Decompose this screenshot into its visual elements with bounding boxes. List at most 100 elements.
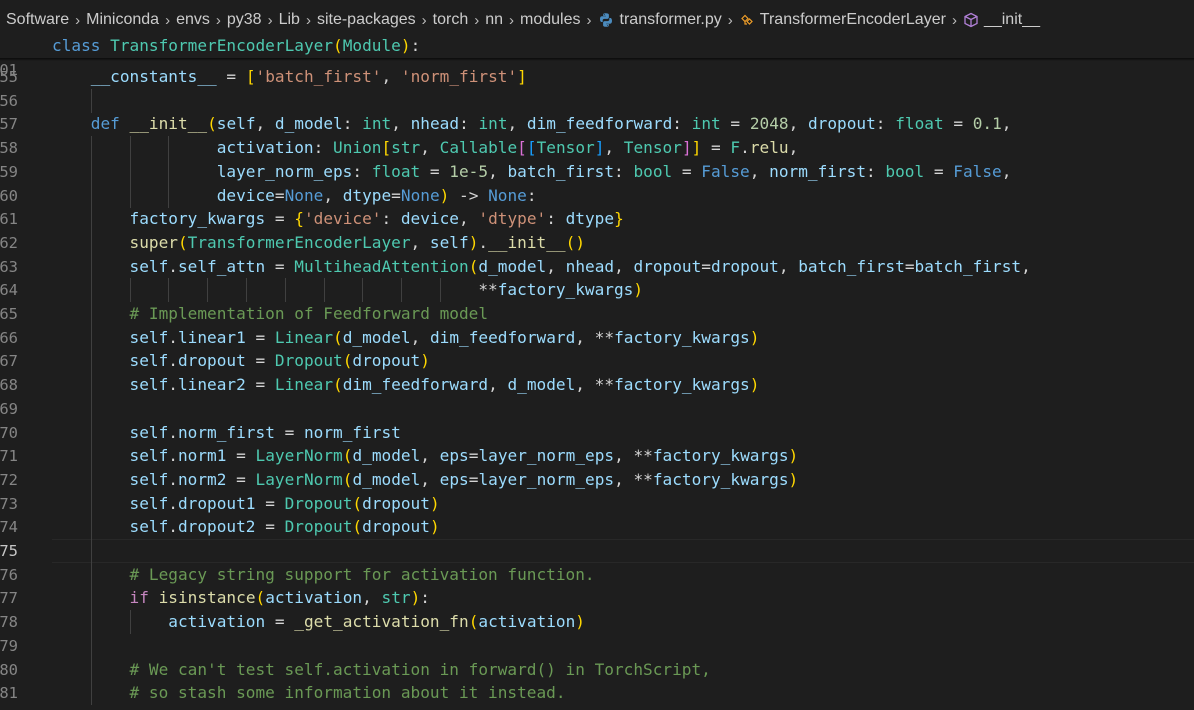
- class-symbol-icon: [739, 12, 755, 28]
- code-text: # Implementation of Feedforward model: [129, 304, 489, 323]
- chevron-right-icon: ›: [267, 11, 273, 29]
- code-line[interactable]: 63 self.self_attn = MultiheadAttention(d…: [0, 254, 1194, 279]
- code-line[interactable]: 69: [0, 396, 1194, 421]
- code-line[interactable]: 65 # Implementation of Feedforward model: [0, 302, 1194, 326]
- code-text: def __init__(self, d_model: int, nhead: …: [90, 114, 1012, 134]
- chevron-right-icon: ›: [474, 11, 480, 29]
- line-number: 74: [0, 518, 18, 537]
- breadcrumb-item-class[interactable]: TransformerEncoderLayer: [760, 11, 946, 29]
- chevron-right-icon: ›: [215, 11, 221, 29]
- code-editor[interactable]: › Software › Miniconda › envs › py38 › L…: [0, 0, 1194, 710]
- line-number: 76: [0, 565, 18, 584]
- code-line[interactable]: 76 # Legacy string support for activatio…: [0, 562, 1194, 587]
- code-line[interactable]: 81 # so stash some information about it …: [0, 681, 1194, 706]
- code-line[interactable]: 55 __constants__ = ['batch_first', 'norm…: [0, 65, 1194, 89]
- code-line[interactable]: 78 activation = _get_activation_fn(activ…: [0, 610, 1194, 635]
- indent-guide: [90, 539, 92, 563]
- code-text: self.linear2 = Linear(dim_feedforward, d…: [129, 375, 760, 395]
- code-line[interactable]: 71 self.norm1 = LayerNorm(d_model, eps=l…: [0, 444, 1194, 469]
- line-number: 71: [0, 447, 18, 466]
- breadcrumb-item-software[interactable]: Software: [6, 11, 69, 29]
- line-number: 75: [0, 542, 18, 560]
- chevron-right-icon: ›: [165, 11, 171, 29]
- code-text: self.dropout = Dropout(dropout): [129, 351, 430, 371]
- code-line[interactable]: 70 self.norm_first = norm_first: [0, 420, 1194, 445]
- line-number: 55: [0, 68, 18, 86]
- cube-method-icon: [963, 12, 979, 28]
- code-text: factory_kwargs = {'device': device, 'dty…: [129, 209, 624, 229]
- code-text: self.dropout2 = Dropout(dropout): [129, 517, 440, 537]
- chevron-right-icon: ›: [586, 11, 592, 29]
- line-number: 62: [0, 233, 18, 252]
- code-text: device=None, dtype=None) -> None:: [216, 185, 537, 205]
- sticky-line[interactable]: 01 class TransformerEncoderLayer(Module)…: [0, 34, 1194, 79]
- line-number: 60: [0, 186, 18, 205]
- chevron-right-icon: ›: [727, 11, 733, 29]
- line-number: 61: [0, 210, 18, 229]
- sticky-scroll-header[interactable]: 01 class TransformerEncoderLayer(Module)…: [0, 34, 1194, 79]
- code-text: self.norm1 = LayerNorm(d_model, eps=laye…: [129, 446, 799, 466]
- code-text: super(TransformerEncoderLayer, self).__i…: [129, 232, 586, 252]
- python-icon: [598, 12, 614, 28]
- breadcrumb-item-site-packages[interactable]: site-packages: [317, 11, 416, 29]
- breadcrumb-item-envs[interactable]: envs: [176, 11, 210, 29]
- chevron-right-icon: ›: [75, 11, 81, 29]
- breadcrumb-item-method[interactable]: __init__: [984, 11, 1040, 29]
- code-text: # We can't test self.activation in forwa…: [129, 659, 711, 679]
- code-text: self.norm2 = LayerNorm(d_model, eps=laye…: [129, 469, 799, 489]
- code-line[interactable]: 74 self.dropout2 = Dropout(dropout): [0, 515, 1194, 540]
- code-line[interactable]: 67 self.dropout = Dropout(dropout): [0, 349, 1194, 374]
- line-number: 73: [0, 494, 18, 513]
- breadcrumb-item-modules[interactable]: modules: [520, 11, 580, 29]
- code-line[interactable]: 68 self.linear2 = Linear(dim_feedforward…: [0, 373, 1194, 398]
- code-text: if isinstance(activation, str):: [129, 588, 430, 608]
- line-number: 64: [0, 281, 18, 300]
- code-line[interactable]: 58 activation: Union[str, Callable[[Tens…: [0, 136, 1194, 161]
- code-line[interactable]: 61 factory_kwargs = {'device': device, '…: [0, 207, 1194, 232]
- code-line[interactable]: 66 self.linear1 = Linear(d_model, dim_fe…: [0, 325, 1194, 350]
- line-number: 67: [0, 352, 18, 371]
- breadcrumb-row: › Software › Miniconda › envs › py38 › L…: [0, 9, 1040, 31]
- line-number: 59: [0, 162, 18, 181]
- code-text: **factory_kwargs): [52, 280, 644, 300]
- code-text: self.self_attn = MultiheadAttention(d_mo…: [129, 256, 1031, 276]
- code-text: activation: Union[str, Callable[[Tensor]…: [216, 138, 799, 158]
- line-number: 81: [0, 684, 18, 703]
- code-text: self.linear1 = Linear(d_model, dim_feedf…: [129, 327, 760, 347]
- code-line[interactable]: 79: [0, 633, 1194, 658]
- code-line[interactable]: 59 layer_norm_eps: float = 1e-5, batch_f…: [0, 159, 1194, 184]
- breadcrumb-item-file[interactable]: transformer.py: [620, 11, 722, 29]
- indent-guide: [90, 396, 92, 421]
- line-number: 68: [0, 376, 18, 395]
- line-number: 69: [0, 399, 18, 418]
- chevron-right-icon: ›: [509, 11, 515, 29]
- code-text: # Legacy string support for activation f…: [129, 564, 595, 584]
- code-text: self.norm_first = norm_first: [129, 422, 401, 442]
- sticky-shadow: [0, 58, 1194, 61]
- code-line[interactable]: 60 device=None, dtype=None) -> None:: [0, 183, 1194, 208]
- indent-guide: [90, 88, 92, 113]
- line-number: 70: [0, 423, 18, 442]
- chevron-right-icon: ›: [951, 11, 957, 29]
- chevron-right-icon: ›: [421, 11, 427, 29]
- code-line[interactable]: 73 self.dropout1 = Dropout(dropout): [0, 491, 1194, 516]
- breadcrumb-item-torch[interactable]: torch: [433, 11, 469, 29]
- breadcrumb-item-nn[interactable]: nn: [485, 11, 503, 29]
- code-line[interactable]: 64 **factory_kwargs): [0, 278, 1194, 303]
- sticky-code-text: class TransformerEncoderLayer(Module):: [52, 36, 421, 55]
- breadcrumb: › Software › Miniconda › envs › py38 › L…: [0, 0, 1194, 34]
- line-number: 66: [0, 328, 18, 347]
- line-number: 80: [0, 660, 18, 679]
- code-line[interactable]: 72 self.norm2 = LayerNorm(d_model, eps=l…: [0, 467, 1194, 492]
- line-number: 72: [0, 470, 18, 489]
- code-line[interactable]: 62 super(TransformerEncoderLayer, self).…: [0, 230, 1194, 255]
- code-line[interactable]: 57 def __init__(self, d_model: int, nhea…: [0, 112, 1194, 136]
- code-text: __constants__ = ['batch_first', 'norm_fi…: [90, 67, 527, 86]
- breadcrumb-item-miniconda[interactable]: Miniconda: [86, 11, 159, 29]
- breadcrumb-item-py38[interactable]: py38: [227, 11, 262, 29]
- code-line[interactable]: 80 # We can't test self.activation in fo…: [0, 657, 1194, 682]
- code-line[interactable]: 75: [0, 539, 1194, 563]
- breadcrumb-item-lib[interactable]: Lib: [279, 11, 300, 29]
- code-line[interactable]: 77 if isinstance(activation, str):: [0, 586, 1194, 611]
- code-line[interactable]: 56: [0, 88, 1194, 113]
